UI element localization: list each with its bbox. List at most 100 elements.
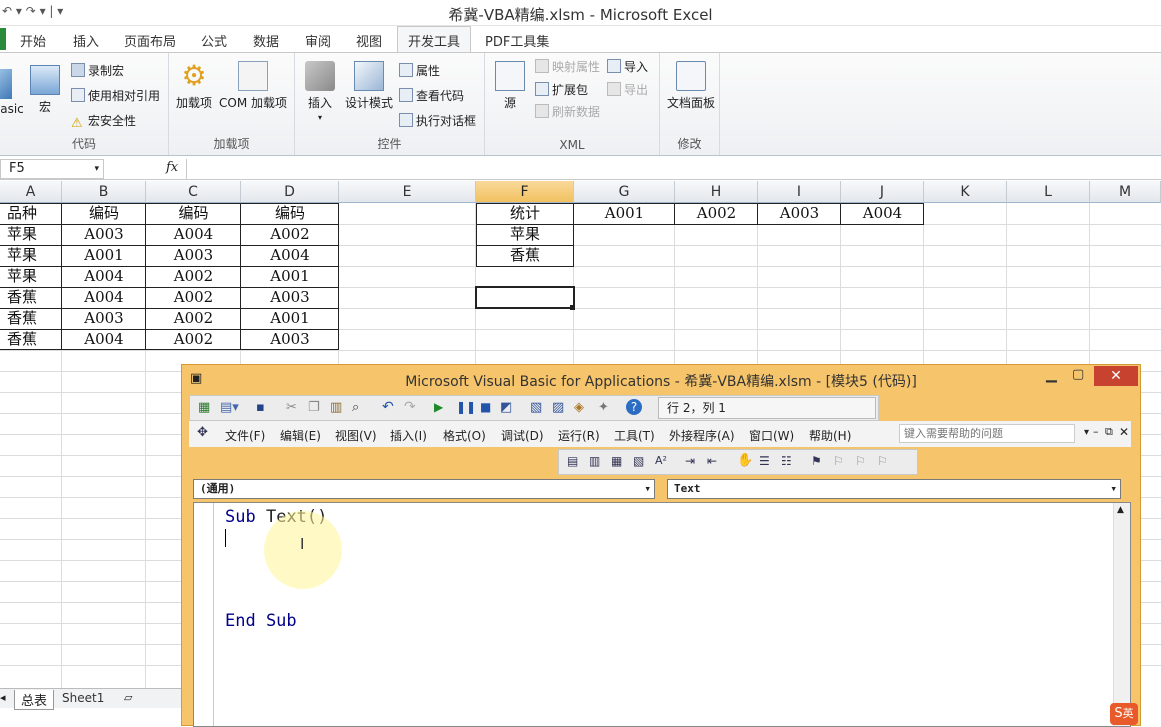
- toggle-breakpoint-icon[interactable]: ✋: [737, 453, 753, 468]
- tab-view[interactable]: 视图: [356, 31, 382, 50]
- cell-c2[interactable]: A004: [146, 224, 241, 245]
- cell-c5[interactable]: A002: [146, 287, 241, 308]
- paste-icon[interactable]: ▥: [330, 400, 342, 415]
- col-header-a[interactable]: A: [0, 181, 62, 203]
- menu-window[interactable]: 窗口(W): [749, 427, 794, 444]
- cell-f2[interactable]: 苹果: [476, 224, 574, 245]
- xml-export-button[interactable]: 导出: [607, 81, 648, 98]
- parameter-info-icon[interactable]: ▧: [633, 454, 644, 468]
- tab-insert[interactable]: 插入: [73, 31, 99, 50]
- list-constants-icon[interactable]: ▥: [589, 454, 600, 468]
- maximize-icon[interactable]: ▢: [1072, 367, 1084, 382]
- cell-i1[interactable]: A003: [758, 203, 841, 224]
- project-explorer-icon[interactable]: ▧: [530, 400, 542, 415]
- save-icon[interactable]: ▪: [256, 400, 265, 415]
- col-header-e[interactable]: E: [339, 181, 476, 203]
- expansion-packs-button[interactable]: 扩展包: [535, 81, 588, 98]
- cell-d1[interactable]: 编码: [241, 203, 339, 224]
- cell-c6[interactable]: A002: [146, 308, 241, 329]
- complete-word-icon[interactable]: A²: [655, 454, 667, 467]
- tab-data[interactable]: 数据: [253, 31, 279, 50]
- insert-control-button[interactable]: 插入 ▾: [303, 61, 337, 122]
- minimize-icon[interactable]: ▁: [1046, 367, 1057, 383]
- properties-button[interactable]: 属性: [399, 62, 440, 79]
- cell-a7[interactable]: 香蕉: [0, 329, 44, 350]
- properties-window-icon[interactable]: ▨: [552, 400, 564, 415]
- cell-b4[interactable]: A004: [62, 266, 146, 287]
- excel-view-icon[interactable]: ▦: [198, 400, 210, 415]
- menu-insert[interactable]: 插入(I): [390, 427, 427, 444]
- menu-format[interactable]: 格式(O): [443, 427, 486, 444]
- cell-h1[interactable]: A002: [675, 203, 758, 224]
- help-icon[interactable]: ?: [626, 399, 642, 415]
- cell-c1[interactable]: 编码: [146, 203, 241, 224]
- tab-pdf-tools[interactable]: PDF工具集: [485, 31, 549, 50]
- close-icon[interactable]: ✕: [1094, 366, 1138, 386]
- record-macro-button[interactable]: 录制宏: [71, 62, 124, 79]
- cell-d6[interactable]: A001: [241, 308, 339, 329]
- menu-help[interactable]: 帮助(H): [809, 427, 851, 444]
- design-mode-icon[interactable]: ◩: [500, 400, 512, 415]
- ime-indicator[interactable]: S英: [1110, 703, 1138, 725]
- menu-file[interactable]: 文件(F): [225, 427, 265, 444]
- run-icon[interactable]: ▶: [434, 400, 443, 414]
- cell-d7[interactable]: A003: [241, 329, 339, 350]
- cell-b2[interactable]: A003: [62, 224, 146, 245]
- comment-block-icon[interactable]: ☰: [759, 454, 770, 468]
- toggle-bookmark-icon[interactable]: ⚑: [811, 454, 822, 468]
- macros-button[interactable]: 宏: [30, 65, 60, 115]
- cell-b5[interactable]: A004: [62, 287, 146, 308]
- copy-icon[interactable]: ❐: [308, 400, 320, 415]
- menu-view[interactable]: 视图(V): [335, 427, 377, 444]
- sheet-tab-sheet1[interactable]: Sheet1: [62, 691, 104, 705]
- indent-icon[interactable]: ⇥: [685, 454, 695, 468]
- vba-title-bar[interactable]: ▣ Microsoft Visual Basic for Application…: [182, 365, 1140, 395]
- menu-debug[interactable]: 调试(D): [501, 427, 544, 444]
- formula-input[interactable]: [186, 159, 1161, 179]
- selected-cell-f5[interactable]: [475, 286, 575, 309]
- macro-security-button[interactable]: ⚠ 宏安全性: [71, 112, 136, 131]
- tab-formulas[interactable]: 公式: [201, 31, 227, 50]
- find-icon[interactable]: ⌕: [352, 400, 359, 415]
- col-header-k[interactable]: K: [924, 181, 1007, 203]
- cell-c4[interactable]: A002: [146, 266, 241, 287]
- vertical-scrollbar[interactable]: ▲: [1113, 503, 1130, 726]
- visual-basic-button[interactable]: asic: [0, 69, 26, 116]
- quick-info-icon[interactable]: ▦: [611, 454, 622, 468]
- cell-g1[interactable]: A001: [574, 203, 675, 224]
- tab-developer[interactable]: 开发工具: [397, 26, 472, 53]
- cell-j1[interactable]: A004: [841, 203, 924, 224]
- procedure-combo[interactable]: Text ▾: [667, 479, 1121, 499]
- insert-form-icon[interactable]: ▤▾: [220, 400, 239, 415]
- cell-c7[interactable]: A002: [146, 329, 241, 350]
- cell-f3[interactable]: 香蕉: [476, 245, 574, 266]
- new-sheet-icon[interactable]: ▱: [124, 691, 132, 704]
- com-addins-button[interactable]: COM 加载项: [217, 61, 289, 111]
- col-header-i[interactable]: I: [758, 181, 841, 203]
- cell-c3[interactable]: A003: [146, 245, 241, 266]
- fx-icon[interactable]: fx: [166, 160, 178, 175]
- cell-a4[interactable]: 苹果: [0, 266, 44, 287]
- cut-icon[interactable]: ✂: [286, 400, 297, 415]
- cell-a2[interactable]: 苹果: [0, 224, 44, 245]
- col-header-l[interactable]: L: [1007, 181, 1090, 203]
- xml-import-button[interactable]: 导入: [607, 58, 648, 75]
- pause-icon[interactable]: ❚❚: [456, 400, 476, 414]
- col-header-m[interactable]: M: [1090, 181, 1161, 203]
- inner-close-icon[interactable]: ✕: [1119, 425, 1129, 439]
- code-editor[interactable]: Sub Text() I End Sub ▲: [193, 502, 1131, 727]
- scroll-up-icon[interactable]: ▲: [1117, 505, 1124, 515]
- map-properties-button[interactable]: 映射属性: [535, 58, 600, 75]
- cell-a3[interactable]: 苹果: [0, 245, 44, 266]
- cell-d4[interactable]: A001: [241, 266, 339, 287]
- xml-source-button[interactable]: 源: [495, 61, 525, 111]
- cell-a5[interactable]: 香蕉: [0, 287, 44, 308]
- design-mode-button[interactable]: 设计模式: [343, 61, 395, 111]
- object-combo[interactable]: (通用) ▾: [193, 479, 655, 499]
- col-header-g[interactable]: G: [574, 181, 675, 203]
- stop-icon[interactable]: ■: [480, 400, 491, 414]
- menu-tools[interactable]: 工具(T): [614, 427, 655, 444]
- col-header-d[interactable]: D: [241, 181, 339, 203]
- cell-b3[interactable]: A001: [62, 245, 146, 266]
- list-properties-icon[interactable]: ▤: [567, 454, 578, 468]
